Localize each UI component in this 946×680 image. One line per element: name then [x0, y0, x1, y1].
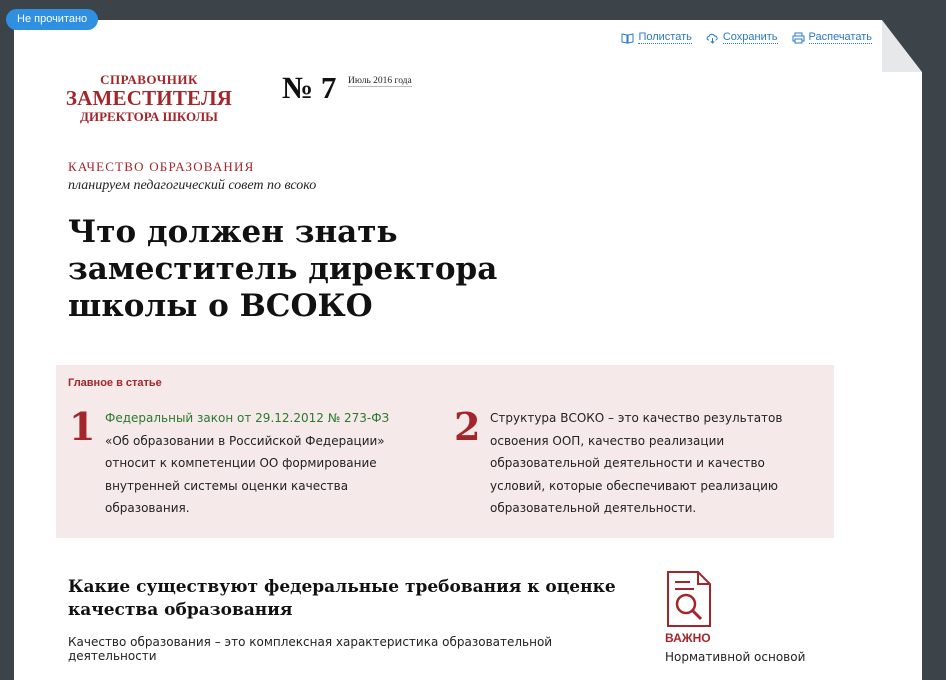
summary-text-body: «Об образовании в Российской Федерации» …	[105, 433, 385, 516]
summary-number: 1	[69, 404, 96, 449]
summary-text: Федеральный закон от 29.12.2012 № 273-ФЗ…	[105, 407, 425, 520]
browse-label: Полистать	[638, 31, 692, 44]
unread-badge[interactable]: Не прочитано	[6, 9, 99, 30]
important-label: ВАЖНО	[665, 631, 711, 645]
logo-line-2: ЗАМЕСТИТЕЛЯ	[65, 86, 233, 111]
article-title: Что должен знать заместитель директора ш…	[68, 214, 498, 324]
magazine-logo[interactable]: СПРАВОЧНИК ЗАМЕСТИТЕЛЯ ДИРЕКТОРА ШКОЛЫ	[64, 72, 234, 125]
important-text: Нормативной основой	[665, 650, 806, 664]
printer-icon	[792, 32, 805, 43]
article-page: Полистать Сохранить Распечатать СПРАВОЧН…	[14, 20, 922, 680]
print-label: Распечатать	[808, 31, 872, 44]
page-corner-fold	[882, 20, 922, 72]
browse-button[interactable]: Полистать	[621, 31, 692, 44]
document-search-icon	[667, 571, 711, 627]
article-toolbar: Полистать Сохранить Распечатать	[621, 31, 872, 44]
logo-line-1: СПРАВОЧНИК	[100, 72, 198, 87]
article-subrubric: планируем педагогический совет по всоко	[68, 178, 317, 193]
cloud-download-icon	[706, 33, 718, 44]
law-link[interactable]: Федеральный закон от 29.12.2012 № 273-ФЗ	[105, 411, 389, 425]
logo-line-3: ДИРЕКТОРА ШКОЛЫ	[80, 109, 218, 125]
save-button[interactable]: Сохранить	[706, 31, 778, 44]
summary-number: 2	[454, 404, 481, 449]
section-paragraph: Качество образования – это комплексная х…	[68, 635, 553, 663]
summary-text: Структура ВСОКО – это качество результат…	[490, 411, 783, 515]
print-button[interactable]: Распечатать	[792, 31, 872, 44]
section-heading: Какие существуют федеральные требования …	[68, 577, 616, 620]
issue-date[interactable]: Июль 2016 года	[348, 76, 412, 87]
book-icon	[621, 32, 634, 44]
save-label: Сохранить	[722, 31, 778, 44]
article-summary-box: Главное в статье 1 Федеральный закон от …	[56, 365, 834, 538]
issue-number: № 7	[282, 70, 337, 105]
summary-title: Главное в статье	[68, 377, 162, 389]
article-rubric: КАЧЕСТВО ОБРАЗОВАНИЯ	[68, 159, 255, 174]
